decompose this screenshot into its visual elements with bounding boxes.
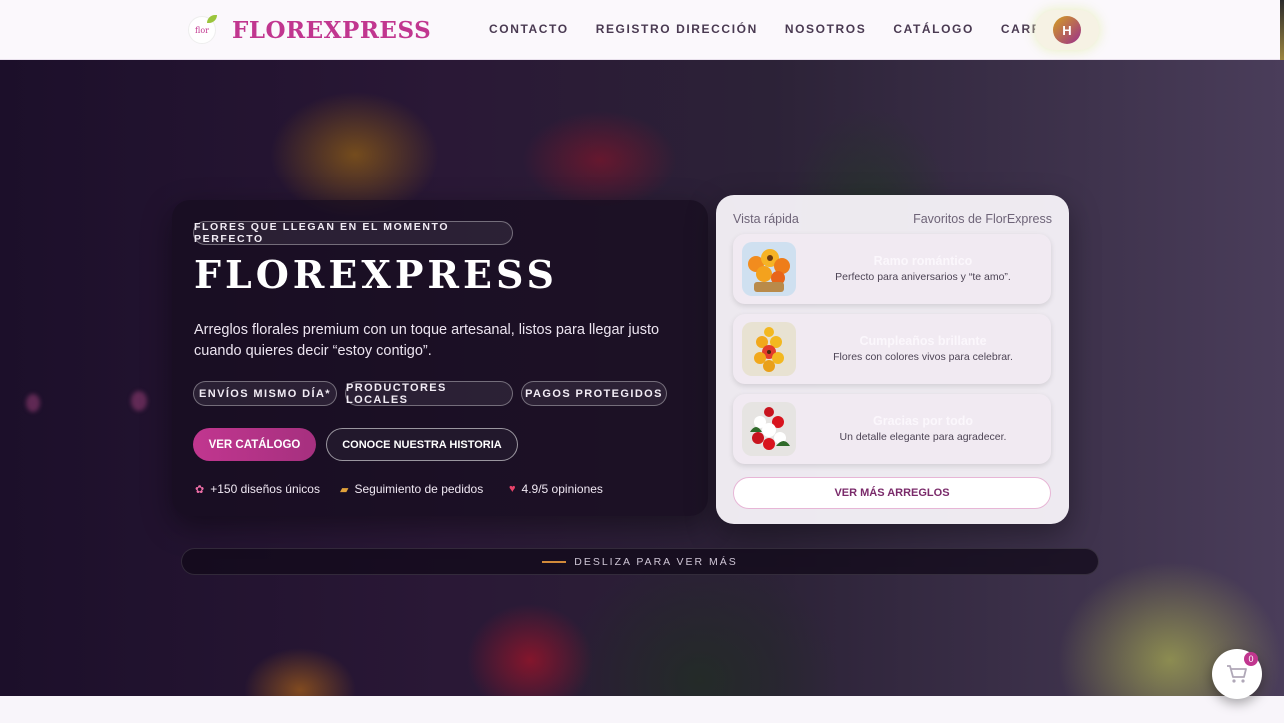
bouquet-thumbnail bbox=[742, 402, 796, 456]
decorative-bokeh bbox=[26, 394, 40, 412]
hero-description: Arreglos florales premium con un toque a… bbox=[194, 322, 660, 359]
brand-name: FLOREXPRESS bbox=[232, 16, 432, 44]
stat-reviews-text: 4.9/5 opiniones bbox=[521, 482, 603, 496]
item-title: Ramo romántico bbox=[873, 254, 973, 268]
quick-view-label: Vista rápida bbox=[733, 212, 799, 226]
bouquet-thumbnail bbox=[742, 242, 796, 296]
user-menu[interactable]: H bbox=[1035, 10, 1099, 50]
quick-view-item[interactable]: Cumpleaños brillante Flores con colores … bbox=[733, 314, 1051, 384]
hero-title: FLOREXPRESS bbox=[194, 252, 558, 297]
stat-tracking: ▰ Seguimiento de pedidos bbox=[340, 482, 483, 496]
scroll-hint-text: DESLIZA PARA VER MÁS bbox=[574, 555, 738, 568]
item-subtitle: Un detalle elegante para agradecer. bbox=[839, 431, 1007, 443]
view-catalog-button[interactable]: VER CATÁLOGO bbox=[193, 428, 316, 461]
stat-designs-text: +150 diseños únicos bbox=[210, 482, 320, 496]
hero-eyebrow: FLORES QUE LLEGAN EN EL MOMENTO PERFECTO bbox=[193, 221, 513, 245]
logo-icon: flor bbox=[188, 15, 217, 44]
item-title: Cumpleaños brillante bbox=[859, 334, 987, 348]
item-title: Gracias por todo bbox=[872, 414, 974, 428]
scroll-hint[interactable]: DESLIZA PARA VER MÁS bbox=[181, 548, 1099, 575]
heart-icon: ♥ bbox=[509, 483, 516, 495]
nav-link-registro-direccion[interactable]: REGISTRO DIRECCIÓN bbox=[596, 22, 758, 36]
stat-designs: ✿ +150 diseños únicos bbox=[195, 482, 320, 496]
nav-link-contacto[interactable]: CONTACTO bbox=[489, 22, 569, 36]
favorites-label: Favoritos de FlorExpress bbox=[913, 212, 1052, 226]
quick-view-item[interactable]: Ramo romántico Perfecto para aniversario… bbox=[733, 234, 1051, 304]
quick-view-item[interactable]: Gracias por todo Un detalle elegante par… bbox=[733, 394, 1051, 464]
nav-links: CONTACTO REGISTRO DIRECCIÓN NOSOTROS CAT… bbox=[489, 22, 1094, 36]
stat-reviews: ♥ 4.9/5 opiniones bbox=[509, 482, 603, 496]
brand[interactable]: flor FLOREXPRESS bbox=[188, 14, 431, 46]
cart-count-badge: 0 bbox=[1244, 652, 1258, 666]
cart-icon bbox=[1227, 665, 1247, 683]
truck-icon: ▰ bbox=[340, 483, 349, 496]
view-more-arrangements-button[interactable]: VER MÁS ARREGLOS bbox=[733, 477, 1051, 509]
nav-link-nosotros[interactable]: NOSOTROS bbox=[785, 22, 866, 36]
leaf-icon bbox=[207, 15, 217, 23]
flower-icon: ✿ bbox=[195, 483, 205, 496]
logo-text: flor bbox=[195, 25, 209, 35]
decorative-bokeh bbox=[131, 391, 147, 411]
nav-link-catalogo[interactable]: CATÁLOGO bbox=[893, 22, 974, 36]
tag-same-day-shipping: ENVÍOS MISMO DÍA* bbox=[193, 381, 337, 406]
scroll-hint-line bbox=[542, 560, 567, 563]
next-section-edge bbox=[0, 696, 1284, 723]
tag-protected-payments: PAGOS PROTEGIDOS bbox=[521, 381, 667, 406]
our-story-button[interactable]: CONOCE NUESTRA HISTORIA bbox=[326, 428, 518, 461]
stat-tracking-text: Seguimiento de pedidos bbox=[354, 482, 484, 496]
item-subtitle: Perfecto para aniversarios y “te amo”. bbox=[835, 271, 1011, 283]
avatar[interactable]: H bbox=[1053, 16, 1081, 44]
tag-local-producers: PRODUCTORES LOCALES bbox=[345, 381, 513, 406]
top-navbar: flor FLOREXPRESS CONTACTO REGISTRO DIREC… bbox=[0, 0, 1284, 60]
item-subtitle: Flores con colores vivos para celebrar. bbox=[833, 351, 1013, 363]
bouquet-thumbnail bbox=[742, 322, 796, 376]
